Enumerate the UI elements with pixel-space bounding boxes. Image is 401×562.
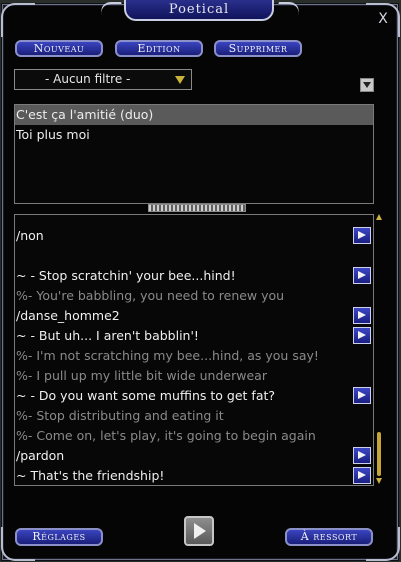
delete-button[interactable]: Supprimer bbox=[214, 40, 302, 57]
command-line: /non bbox=[16, 228, 44, 243]
command-line: %- You're babbling, you need to renew yo… bbox=[16, 288, 285, 303]
play-line-button[interactable] bbox=[353, 327, 371, 344]
play-line-button[interactable] bbox=[353, 467, 371, 484]
play-line-button[interactable] bbox=[353, 387, 371, 404]
command-line: %- I pull up my little bit wide underwea… bbox=[16, 368, 267, 383]
spring-button[interactable]: À ressort bbox=[285, 528, 373, 546]
close-icon[interactable]: X bbox=[376, 12, 390, 26]
command-line: ~ - But uh... I aren't babblin'! bbox=[16, 328, 199, 343]
list-item-label: C'est ça l'amitié (duo) bbox=[16, 107, 154, 122]
command-line: /danse_homme2 bbox=[16, 308, 120, 323]
play-line-button[interactable] bbox=[353, 227, 371, 244]
new-button[interactable]: Nouveau bbox=[15, 40, 103, 57]
settings-button[interactable]: Réglages bbox=[15, 528, 103, 546]
command-line: %- Come on, let's play, it's going to be… bbox=[16, 428, 316, 443]
list-item[interactable]: Toi plus moi bbox=[15, 125, 373, 145]
command-line: ~ That's the friendship! bbox=[16, 468, 165, 483]
command-line: /pardon bbox=[16, 448, 65, 463]
play-line-button[interactable] bbox=[353, 447, 371, 464]
command-line: %- Stop distributing and eating it bbox=[16, 408, 224, 423]
options-dropdown-button[interactable] bbox=[360, 78, 374, 92]
filter-selected-value: - Aucun filtre - bbox=[45, 72, 131, 86]
scroll-up-arrow-icon[interactable] bbox=[376, 214, 382, 220]
edit-button[interactable]: Edition bbox=[115, 40, 203, 57]
scroll-down-arrow-icon[interactable] bbox=[376, 478, 382, 484]
list-item-label: Toi plus moi bbox=[16, 127, 90, 142]
command-line: ~ - Stop scratchin' your bee...hind! bbox=[16, 268, 236, 283]
resize-handle[interactable] bbox=[148, 204, 246, 212]
list-item[interactable]: C'est ça l'amitié (duo) bbox=[15, 105, 373, 125]
scrollbar-thumb[interactable] bbox=[377, 432, 381, 476]
poem-list: C'est ça l'amitié (duo) Toi plus moi bbox=[14, 104, 374, 204]
play-line-button[interactable] bbox=[353, 307, 371, 324]
play-line-button[interactable] bbox=[353, 267, 371, 284]
chevron-down-icon bbox=[175, 76, 185, 84]
window-title: Poetical bbox=[124, 0, 274, 21]
command-line: %- I'm not scratching my bee...hind, as … bbox=[16, 348, 319, 363]
command-list: /non ~ - Stop scratchin' your bee...hind… bbox=[14, 214, 374, 486]
play-icon[interactable] bbox=[184, 516, 214, 546]
filter-dropdown[interactable]: - Aucun filtre - bbox=[14, 69, 192, 90]
command-line: ~ - Do you want some muffins to get fat? bbox=[16, 388, 276, 403]
